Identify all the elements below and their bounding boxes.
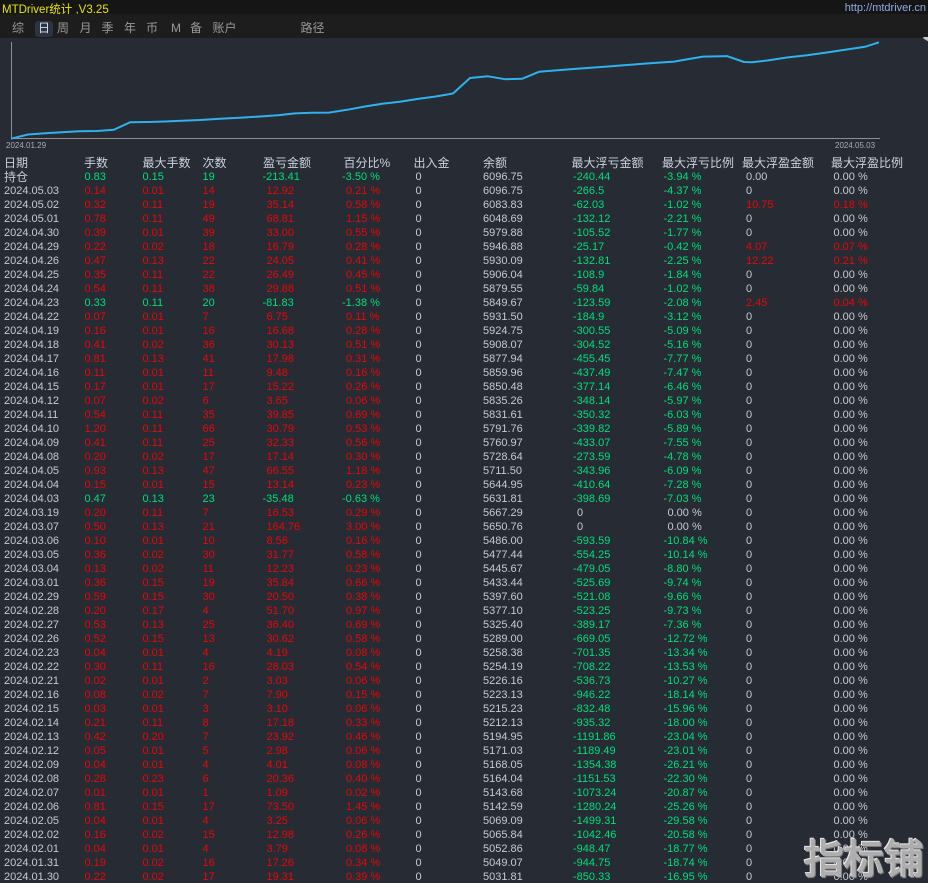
svg-text:2024.05.03: 2024.05.03	[835, 141, 876, 150]
svg-text:2024.01.29: 2024.01.29	[6, 141, 47, 150]
